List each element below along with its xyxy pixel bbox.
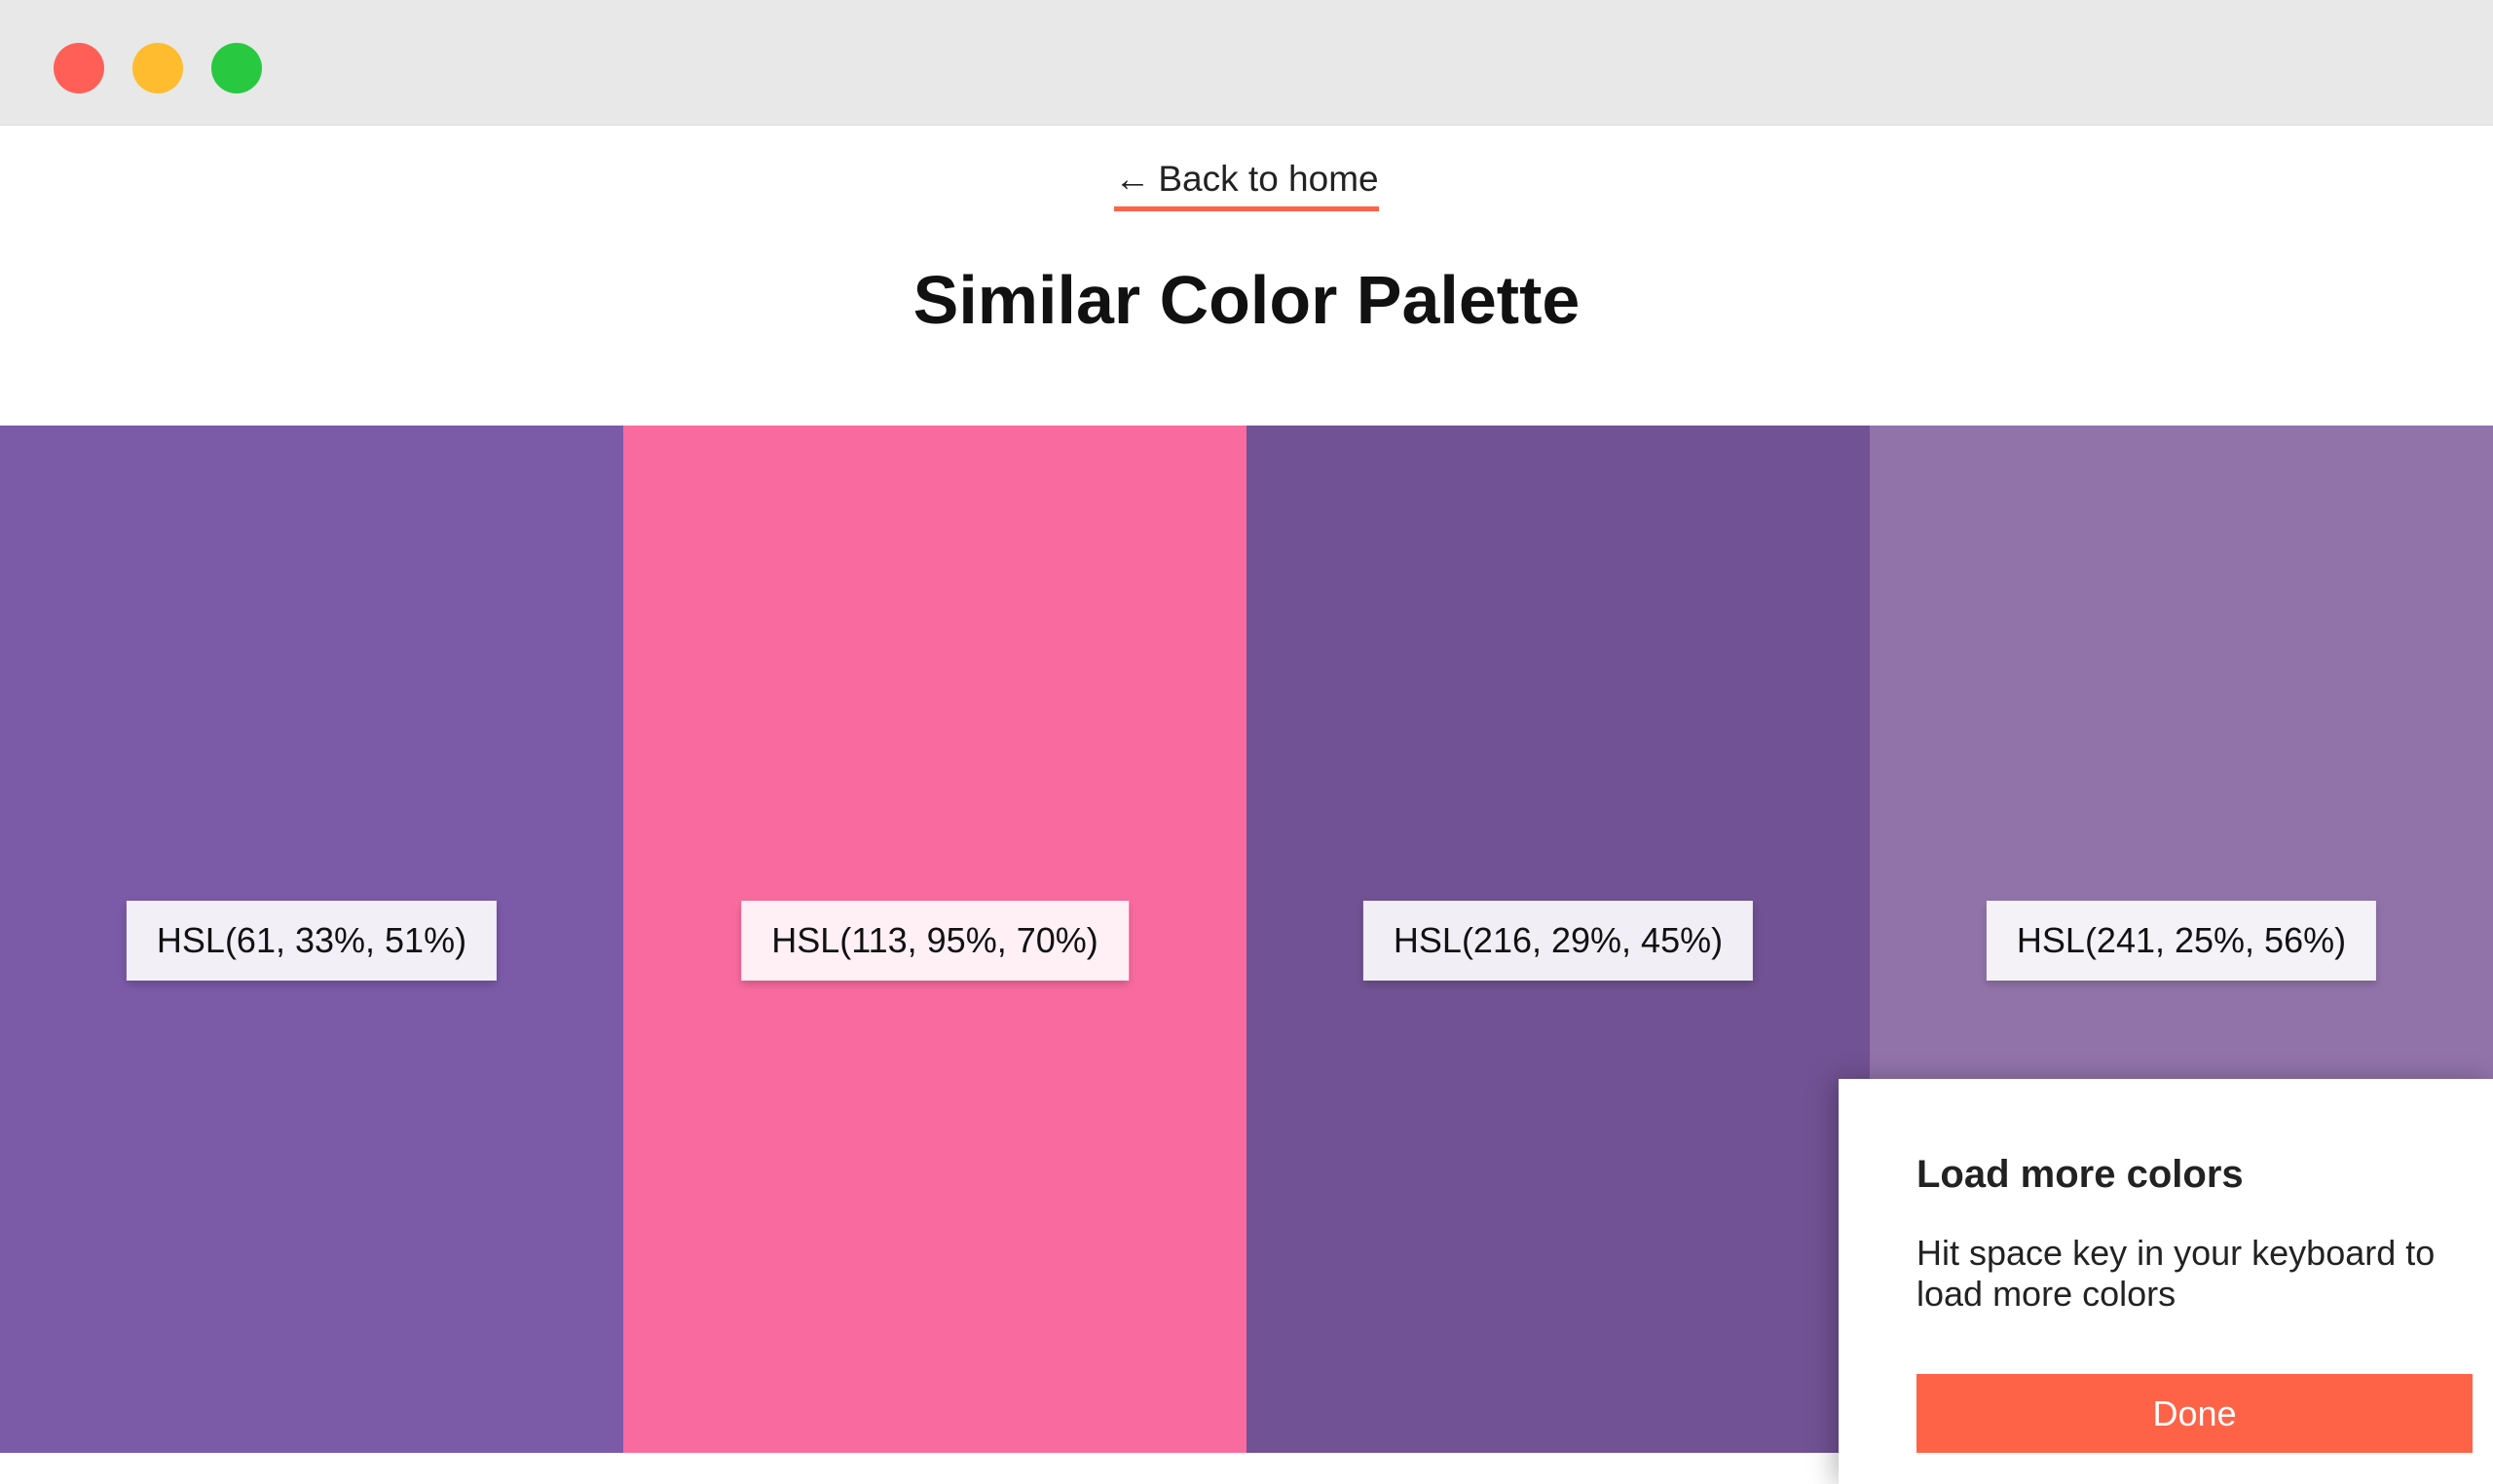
back-to-home-label: Back to home [1158, 159, 1379, 199]
swatch-hsl-label[interactable]: HSL(216, 29%, 45%) [1362, 901, 1754, 981]
close-window-button[interactable] [54, 43, 104, 93]
back-link-container: ← Back to home [0, 158, 2493, 211]
done-button[interactable]: Done [1916, 1374, 2473, 1453]
browser-window: ← Back to home Similar Color Palette HSL(… [0, 0, 2493, 1484]
color-swatch[interactable]: HSL(113, 95%, 70%) [623, 426, 1246, 1453]
swatch-hsl-label[interactable]: HSL(241, 25%, 56%) [1986, 901, 2377, 981]
swatch-hsl-label[interactable]: HSL(61, 33%, 51%) [126, 901, 498, 981]
maximize-window-button[interactable] [211, 43, 262, 93]
minimize-window-button[interactable] [132, 43, 183, 93]
toast-title: Load more colors [1916, 1153, 2244, 1196]
load-more-toast: Load more colors Hit space key in your k… [1839, 1079, 2493, 1484]
arrow-left-icon: ← [1114, 159, 1151, 199]
color-swatch[interactable]: HSL(216, 29%, 45%) [1246, 426, 1870, 1453]
toast-message: Hit space key in your keyboard to load m… [1916, 1233, 2436, 1314]
back-to-home-link[interactable]: ← Back to home [1114, 158, 1379, 211]
title-bar [0, 0, 2493, 126]
swatch-hsl-label[interactable]: HSL(113, 95%, 70%) [741, 901, 1129, 981]
color-swatch[interactable]: HSL(61, 33%, 51%) [0, 426, 623, 1453]
page-title: Similar Color Palette [912, 262, 1581, 338]
